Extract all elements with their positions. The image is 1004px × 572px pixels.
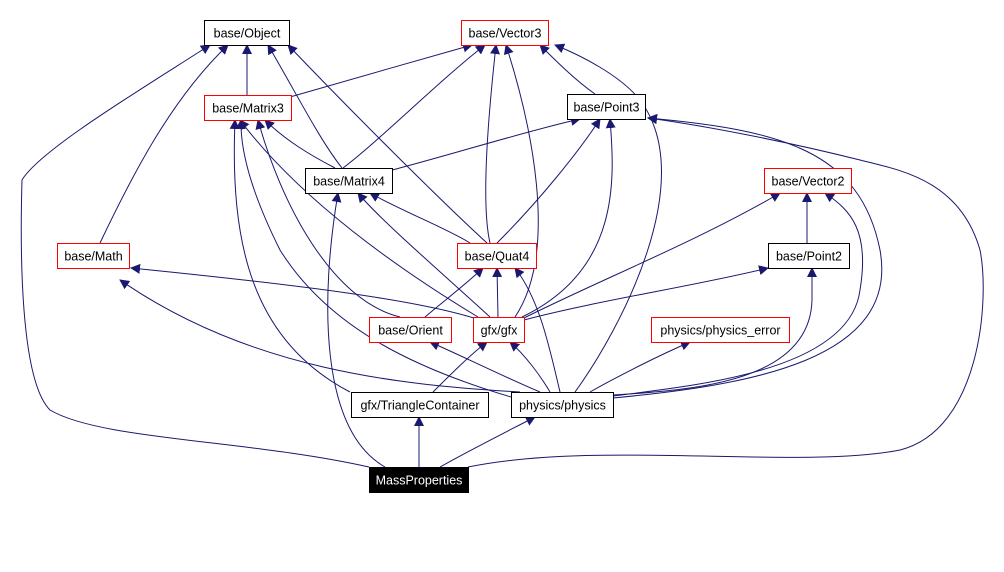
node-label: base/Point3: [573, 101, 639, 115]
dependency-graph: base/Object base/Vector3 base/Matrix3 base/…: [20, 20, 984, 493]
node-object[interactable]: base/Object: [204, 20, 290, 46]
edge-matrix3-to-vector3: [289, 42, 473, 98]
edge-gfx-to-quat4: [492, 267, 503, 318]
edge-gfx-to-point2: [523, 265, 769, 321]
node-vector2[interactable]: base/Vector2: [764, 168, 852, 194]
edge-gfx-to-matrix3: [239, 119, 479, 318]
edge-gfx-to-vector3: [503, 44, 539, 318]
node-matrix4[interactable]: base/Matrix4: [305, 168, 393, 194]
node-label: base/Point2: [776, 250, 842, 264]
node-massproperties[interactable]: MassProperties: [369, 467, 469, 493]
edge-gfx-to-point3: [521, 118, 616, 318]
node-gfx[interactable]: gfx/gfx: [473, 317, 525, 343]
node-label: base/Vector2: [772, 175, 845, 189]
node-label: MassProperties: [376, 474, 463, 488]
node-label: gfx/gfx: [481, 324, 519, 338]
node-vector3[interactable]: base/Vector3: [461, 20, 549, 46]
node-label: base/Orient: [378, 324, 443, 338]
node-trianglecontainer[interactable]: gfx/TriangleContainer: [351, 392, 489, 418]
edge-gfx-to-vector2: [523, 192, 781, 319]
edge-orient-to-quat4: [424, 267, 484, 318]
node-label: base/Object: [214, 27, 281, 41]
edge-trianglecontainer-to-matrix3: [229, 119, 351, 393]
edge-trianglecontainer-to-gfx: [432, 341, 488, 393]
edge-quat4-to-object: [287, 44, 488, 244]
edge-physics-to-gfx: [509, 341, 551, 393]
edge-matrix4-to-vector3: [342, 44, 486, 169]
node-label: base/Math: [64, 250, 122, 264]
edge-physics-to-math: [119, 279, 521, 393]
edge-physics-to-orient: [429, 340, 541, 393]
node-orient[interactable]: base/Orient: [369, 317, 452, 343]
edge-quat4-to-matrix4: [369, 192, 471, 244]
node-label: base/Matrix4: [313, 175, 385, 189]
node-label: physics/physics_error: [660, 324, 780, 338]
node-label: base/Quat4: [465, 250, 530, 264]
edge-quat4-to-vector3: [485, 44, 500, 244]
node-label: physics/physics: [519, 399, 606, 413]
edge-physics-to-vector2: [612, 192, 864, 397]
node-matrix3[interactable]: base/Matrix3: [204, 95, 292, 121]
node-point3[interactable]: base/Point3: [567, 94, 646, 120]
edge-point3-to-vector3: [539, 44, 596, 95]
node-point2[interactable]: base/Point2: [768, 243, 850, 269]
edge-matrix4-to-matrix3: [264, 119, 336, 169]
node-physics[interactable]: physics/physics: [511, 392, 614, 418]
node-physics_error[interactable]: physics/physics_error: [651, 317, 790, 343]
node-label: base/Matrix3: [212, 102, 284, 116]
node-quat4[interactable]: base/Quat4: [457, 243, 537, 269]
node-label: gfx/TriangleContainer: [360, 399, 479, 413]
node-label: base/Vector3: [469, 27, 542, 41]
edge-quat4-to-point3: [496, 118, 601, 244]
node-math[interactable]: base/Math: [57, 243, 130, 269]
edge-physics-to-physics_error: [589, 340, 691, 393]
nodes-layer: base/Object base/Vector3 base/Matrix3 base/…: [57, 20, 852, 493]
edge-gfx-to-math: [130, 263, 481, 321]
